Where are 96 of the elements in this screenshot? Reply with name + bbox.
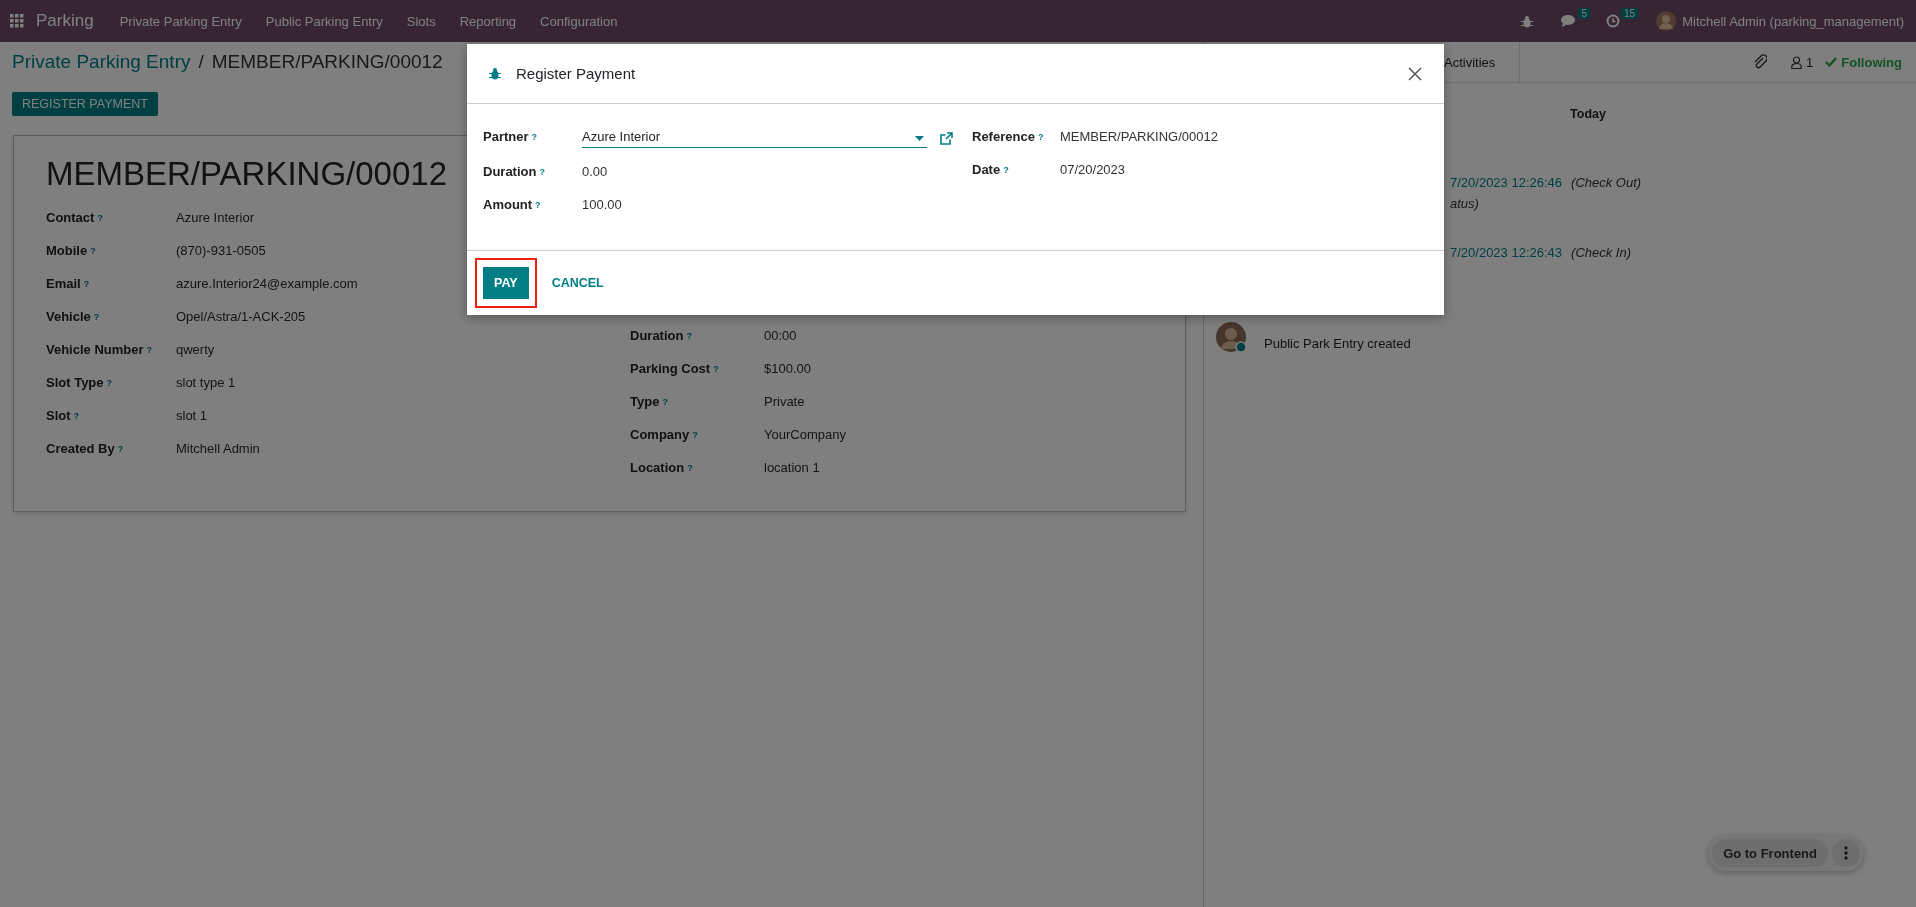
help-marker[interactable]: ? xyxy=(97,213,103,223)
menu-item[interactable]: Public Parking Entry xyxy=(265,13,383,29)
field-label: Type xyxy=(630,394,660,409)
field-value: $100.00 xyxy=(764,360,811,378)
clock-icon[interactable] xyxy=(1606,14,1621,28)
kebab-icon xyxy=(1844,846,1848,860)
tracking-field: (Check Out) xyxy=(1571,175,1642,190)
tracking-field: (Check In) xyxy=(1571,245,1632,260)
field-value: Private xyxy=(764,393,805,411)
field-value: qwerty xyxy=(176,341,215,359)
field-label: Duration xyxy=(630,328,684,343)
field-value: 00:00 xyxy=(764,327,797,345)
field-value: azure.Interior24@example.com xyxy=(176,275,358,293)
pay-button[interactable]: PAY xyxy=(483,267,529,299)
field-value: (870)-931-0505 xyxy=(176,242,266,260)
field-value: YourCompany xyxy=(764,426,846,444)
check-icon xyxy=(1825,57,1838,67)
user-name[interactable]: Mitchell Admin (parking_management) xyxy=(1682,13,1904,29)
field-value: Azure Interior xyxy=(176,209,255,227)
field-value: MEMBER/PARKING/00012 xyxy=(1060,128,1218,146)
more-button[interactable] xyxy=(1832,839,1860,867)
help-marker[interactable]: ? xyxy=(662,397,668,407)
help-marker[interactable]: ? xyxy=(686,331,692,341)
field-label: Contact xyxy=(46,210,95,225)
person-icon xyxy=(1791,55,1803,69)
cancel-button[interactable]: CANCEL xyxy=(540,267,615,299)
help-marker[interactable]: ? xyxy=(531,132,538,142)
help-marker[interactable]: ? xyxy=(1003,165,1009,175)
menu-item[interactable]: Private Parking Entry xyxy=(119,13,242,29)
breadcrumb-current: MEMBER/PARKING/00012 xyxy=(211,51,443,73)
avatar-icon xyxy=(1216,322,1246,352)
menu-item[interactable]: Configuration xyxy=(540,13,618,29)
bug-icon[interactable] xyxy=(1521,14,1534,28)
field-value: 07/20/2023 xyxy=(1060,161,1126,179)
tracking-value: 7/20/2023 12:26:46 xyxy=(1450,175,1563,190)
help-marker[interactable]: ? xyxy=(692,430,698,440)
register-payment-button[interactable]: REGISTER PAYMENT xyxy=(12,92,158,116)
field-value: 0.00 xyxy=(582,163,608,181)
field-label: Slot xyxy=(46,408,71,423)
partner-field[interactable]: Azure Interior xyxy=(582,128,927,148)
field-label: Email xyxy=(46,276,81,291)
field-value: location 1 xyxy=(764,459,820,477)
field-label: Parking Cost xyxy=(630,361,711,376)
app-name[interactable]: Parking xyxy=(36,11,94,31)
field-value: slot 1 xyxy=(176,407,208,425)
help-marker[interactable]: ? xyxy=(117,444,124,454)
record-title: MEMBER/PARKING/00012 xyxy=(46,155,448,193)
field-value: Mitchell Admin xyxy=(176,440,260,458)
help-marker[interactable]: ? xyxy=(1037,132,1044,142)
dropdown-caret-icon[interactable] xyxy=(915,135,924,141)
followers-button[interactable]: 1 xyxy=(1791,54,1814,70)
field-label: Vehicle Number xyxy=(46,342,144,357)
field-label: Slot Type xyxy=(46,375,104,390)
field-label: Date xyxy=(972,162,1001,177)
help-marker[interactable]: ? xyxy=(83,279,90,289)
help-marker[interactable]: ? xyxy=(535,200,541,210)
field-label: Reference xyxy=(972,129,1035,144)
field-label: Vehicle xyxy=(46,309,91,324)
bug-icon[interactable] xyxy=(489,67,501,80)
apps-menu-icon[interactable] xyxy=(10,14,24,28)
help-marker[interactable]: ? xyxy=(713,364,719,374)
help-marker[interactable]: ? xyxy=(93,312,100,322)
help-marker[interactable]: ? xyxy=(73,411,80,421)
paperclip-icon[interactable] xyxy=(1753,54,1768,70)
close-icon[interactable] xyxy=(1408,66,1422,81)
message-text: Public Park Entry created xyxy=(1264,336,1411,351)
dialog-title: Register Payment xyxy=(516,65,636,82)
field-label: Created By xyxy=(46,441,115,456)
field-value: Opel/Astra/1-ACK-205 xyxy=(176,308,306,326)
field-label: Partner xyxy=(483,129,529,144)
tracking-value: 7/20/2023 12:26:43 xyxy=(1450,245,1563,260)
help-marker[interactable]: ? xyxy=(539,167,545,177)
tracking-detail: atus) xyxy=(1450,196,1480,211)
activity-count-badge: 15 xyxy=(1621,8,1639,19)
menu-item[interactable]: Slots xyxy=(406,13,436,29)
date-separator: Today xyxy=(1570,107,1606,121)
field-label: Company xyxy=(630,427,690,442)
field-value: 100.00 xyxy=(582,196,622,214)
help-marker[interactable]: ? xyxy=(90,246,96,256)
field-label: Amount xyxy=(483,197,533,212)
help-marker[interactable]: ? xyxy=(146,345,153,355)
breadcrumb-link[interactable]: Private Parking Entry xyxy=(12,51,191,73)
menu-item[interactable]: Reporting xyxy=(459,13,517,29)
following-button[interactable]: Following xyxy=(1825,54,1902,70)
go-to-frontend-button[interactable]: Go to Frontend xyxy=(1712,839,1828,867)
field-label: Location xyxy=(630,460,685,475)
chat-icon[interactable] xyxy=(1561,14,1578,28)
field-label: Mobile xyxy=(46,243,88,258)
message-count-badge: 5 xyxy=(1578,8,1591,19)
avatar-icon[interactable] xyxy=(1656,11,1677,31)
field-value: slot type 1 xyxy=(176,374,236,392)
help-marker[interactable]: ? xyxy=(106,378,113,388)
external-link-icon[interactable] xyxy=(940,131,953,145)
breadcrumb-separator: / xyxy=(198,51,204,73)
field-label: Duration xyxy=(483,164,537,179)
help-marker[interactable]: ? xyxy=(687,463,693,473)
